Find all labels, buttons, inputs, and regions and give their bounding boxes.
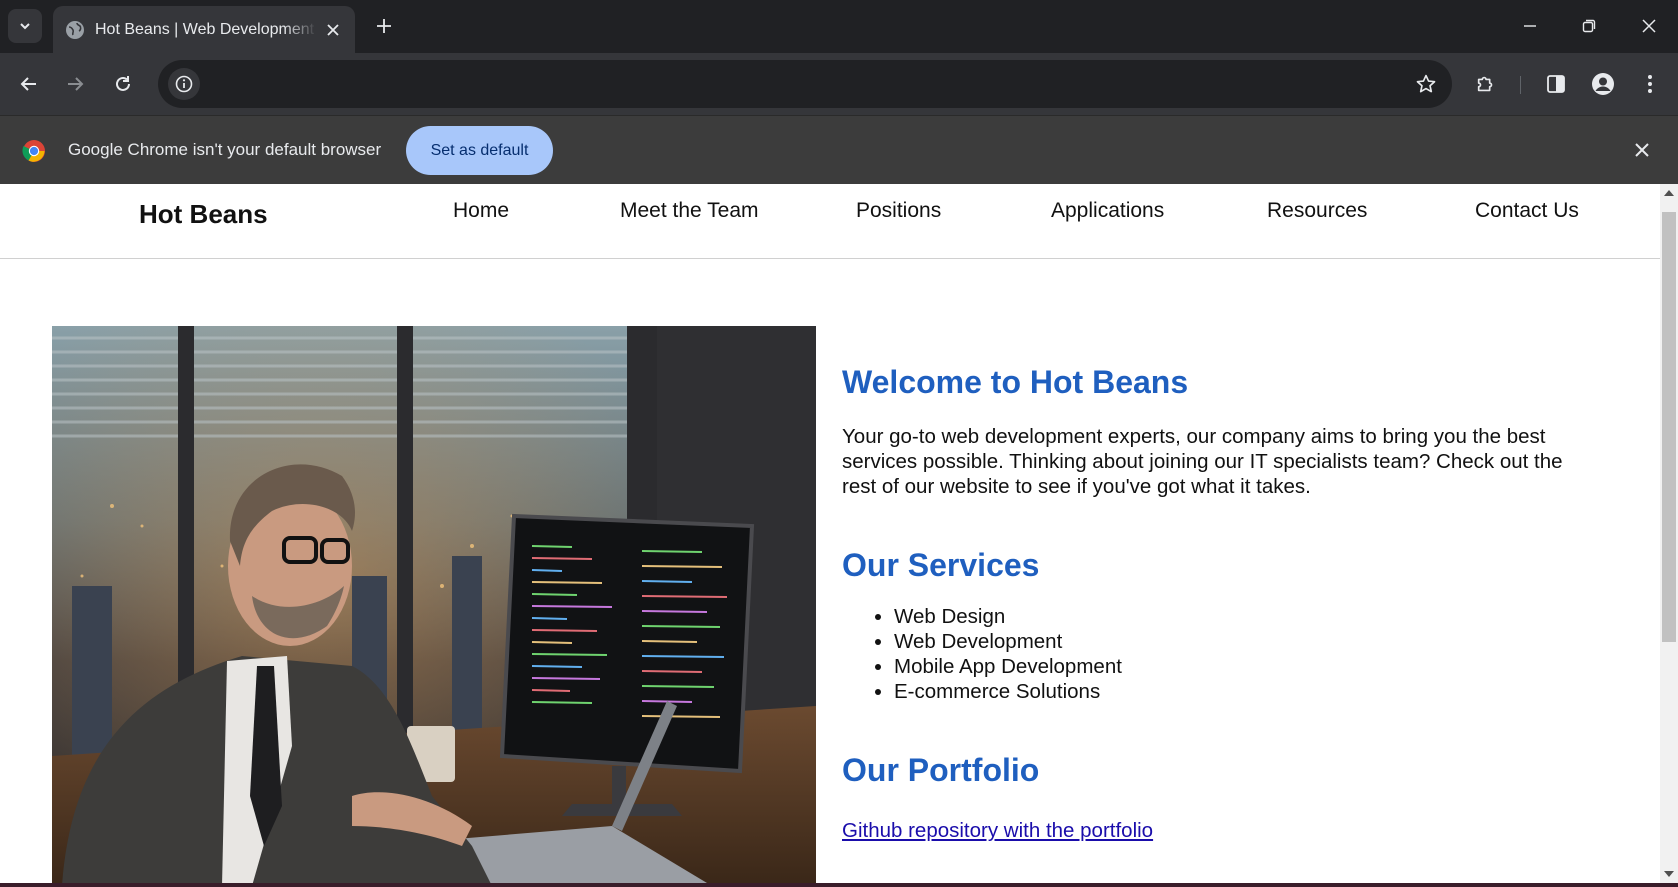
puzzle-icon <box>1477 76 1493 92</box>
tab-strip: Hot Beans | Web Development <box>0 0 1678 53</box>
default-browser-infobar: Google Chrome isn't your default browser… <box>0 115 1678 184</box>
reload-button[interactable] <box>107 68 139 100</box>
chevron-down-icon <box>20 23 30 30</box>
scrollbar-thumb[interactable] <box>1662 212 1676 642</box>
side-panel-button[interactable] <box>1540 68 1572 100</box>
extensions-button[interactable] <box>1470 68 1502 100</box>
browser-toolbar <box>0 53 1678 115</box>
plus-icon <box>377 19 391 33</box>
address-bar[interactable] <box>158 60 1452 108</box>
nav-link-applications[interactable]: Applications <box>1051 199 1164 223</box>
tab-title: Hot Beans | Web Development <box>95 20 315 38</box>
back-button[interactable] <box>13 68 45 100</box>
chrome-logo-icon <box>22 140 45 162</box>
nav-link-contact-us[interactable]: Contact Us <box>1475 199 1579 223</box>
new-tab-button[interactable] <box>370 12 398 40</box>
welcome-heading: Welcome to Hot Beans <box>842 364 1189 400</box>
infobar-close-button[interactable] <box>1630 138 1654 162</box>
site-header: Hot Beans Home Meet the Team Positions A… <box>0 184 1660 259</box>
scroll-up-arrow-icon[interactable] <box>1664 190 1674 196</box>
toolbar-divider <box>1520 76 1521 94</box>
avatar-icon <box>1592 73 1614 95</box>
close-icon <box>1642 19 1656 33</box>
page-viewport: Hot Beans Home Meet the Team Positions A… <box>0 184 1660 883</box>
services-heading: Our Services <box>842 547 1040 583</box>
arrow-left-icon <box>20 77 36 91</box>
services-list: Web Design Web Development Mobile App De… <box>842 604 1602 704</box>
scroll-down-arrow-icon[interactable] <box>1664 871 1674 877</box>
main-content: Welcome to Hot Beans Your go-to web deve… <box>842 364 1602 843</box>
list-item: Web Design <box>894 604 1602 629</box>
profile-button[interactable] <box>1587 68 1619 100</box>
info-icon <box>175 75 193 93</box>
list-item: Web Development <box>894 629 1602 654</box>
set-as-default-button[interactable]: Set as default <box>406 126 553 175</box>
browser-tab[interactable]: Hot Beans | Web Development <box>53 6 355 53</box>
side-panel-icon <box>1547 75 1565 93</box>
nav-link-meet-the-team[interactable]: Meet the Team <box>620 199 759 223</box>
nav-link-home[interactable]: Home <box>453 199 509 223</box>
page-scrollbar[interactable] <box>1660 184 1678 883</box>
reload-icon <box>116 76 130 91</box>
site-logo-text[interactable]: Hot Beans <box>139 199 268 230</box>
globe-icon <box>66 20 84 39</box>
hero-image <box>52 326 816 883</box>
minimize-icon <box>1524 25 1536 27</box>
arrow-right-icon <box>68 77 84 91</box>
restore-button[interactable] <box>1569 8 1609 44</box>
minimize-button[interactable] <box>1510 8 1550 44</box>
restore-icon <box>1582 19 1596 33</box>
tab-search-button[interactable] <box>8 9 42 43</box>
star-icon <box>1416 74 1436 93</box>
menu-button[interactable] <box>1634 68 1666 100</box>
portfolio-heading: Our Portfolio <box>842 752 1040 788</box>
portfolio-link[interactable]: Github repository with the portfolio <box>842 819 1153 843</box>
taskbar-edge <box>0 883 1678 887</box>
kebab-menu-icon <box>1648 75 1652 93</box>
list-item: Mobile App Development <box>894 654 1602 679</box>
close-icon <box>1635 143 1649 157</box>
bookmark-button[interactable] <box>1414 72 1438 96</box>
close-tab-icon[interactable] <box>323 20 343 40</box>
nav-link-positions[interactable]: Positions <box>856 199 941 223</box>
welcome-text: Your go-to web development experts, our … <box>842 425 1563 498</box>
site-info-button[interactable] <box>168 68 200 100</box>
list-item: E-commerce Solutions <box>894 679 1602 704</box>
close-window-button[interactable] <box>1629 8 1669 44</box>
infobar-message: Google Chrome isn't your default browser <box>68 140 382 159</box>
nav-link-resources[interactable]: Resources <box>1267 199 1367 223</box>
forward-button[interactable] <box>59 68 91 100</box>
url-text <box>214 74 614 94</box>
